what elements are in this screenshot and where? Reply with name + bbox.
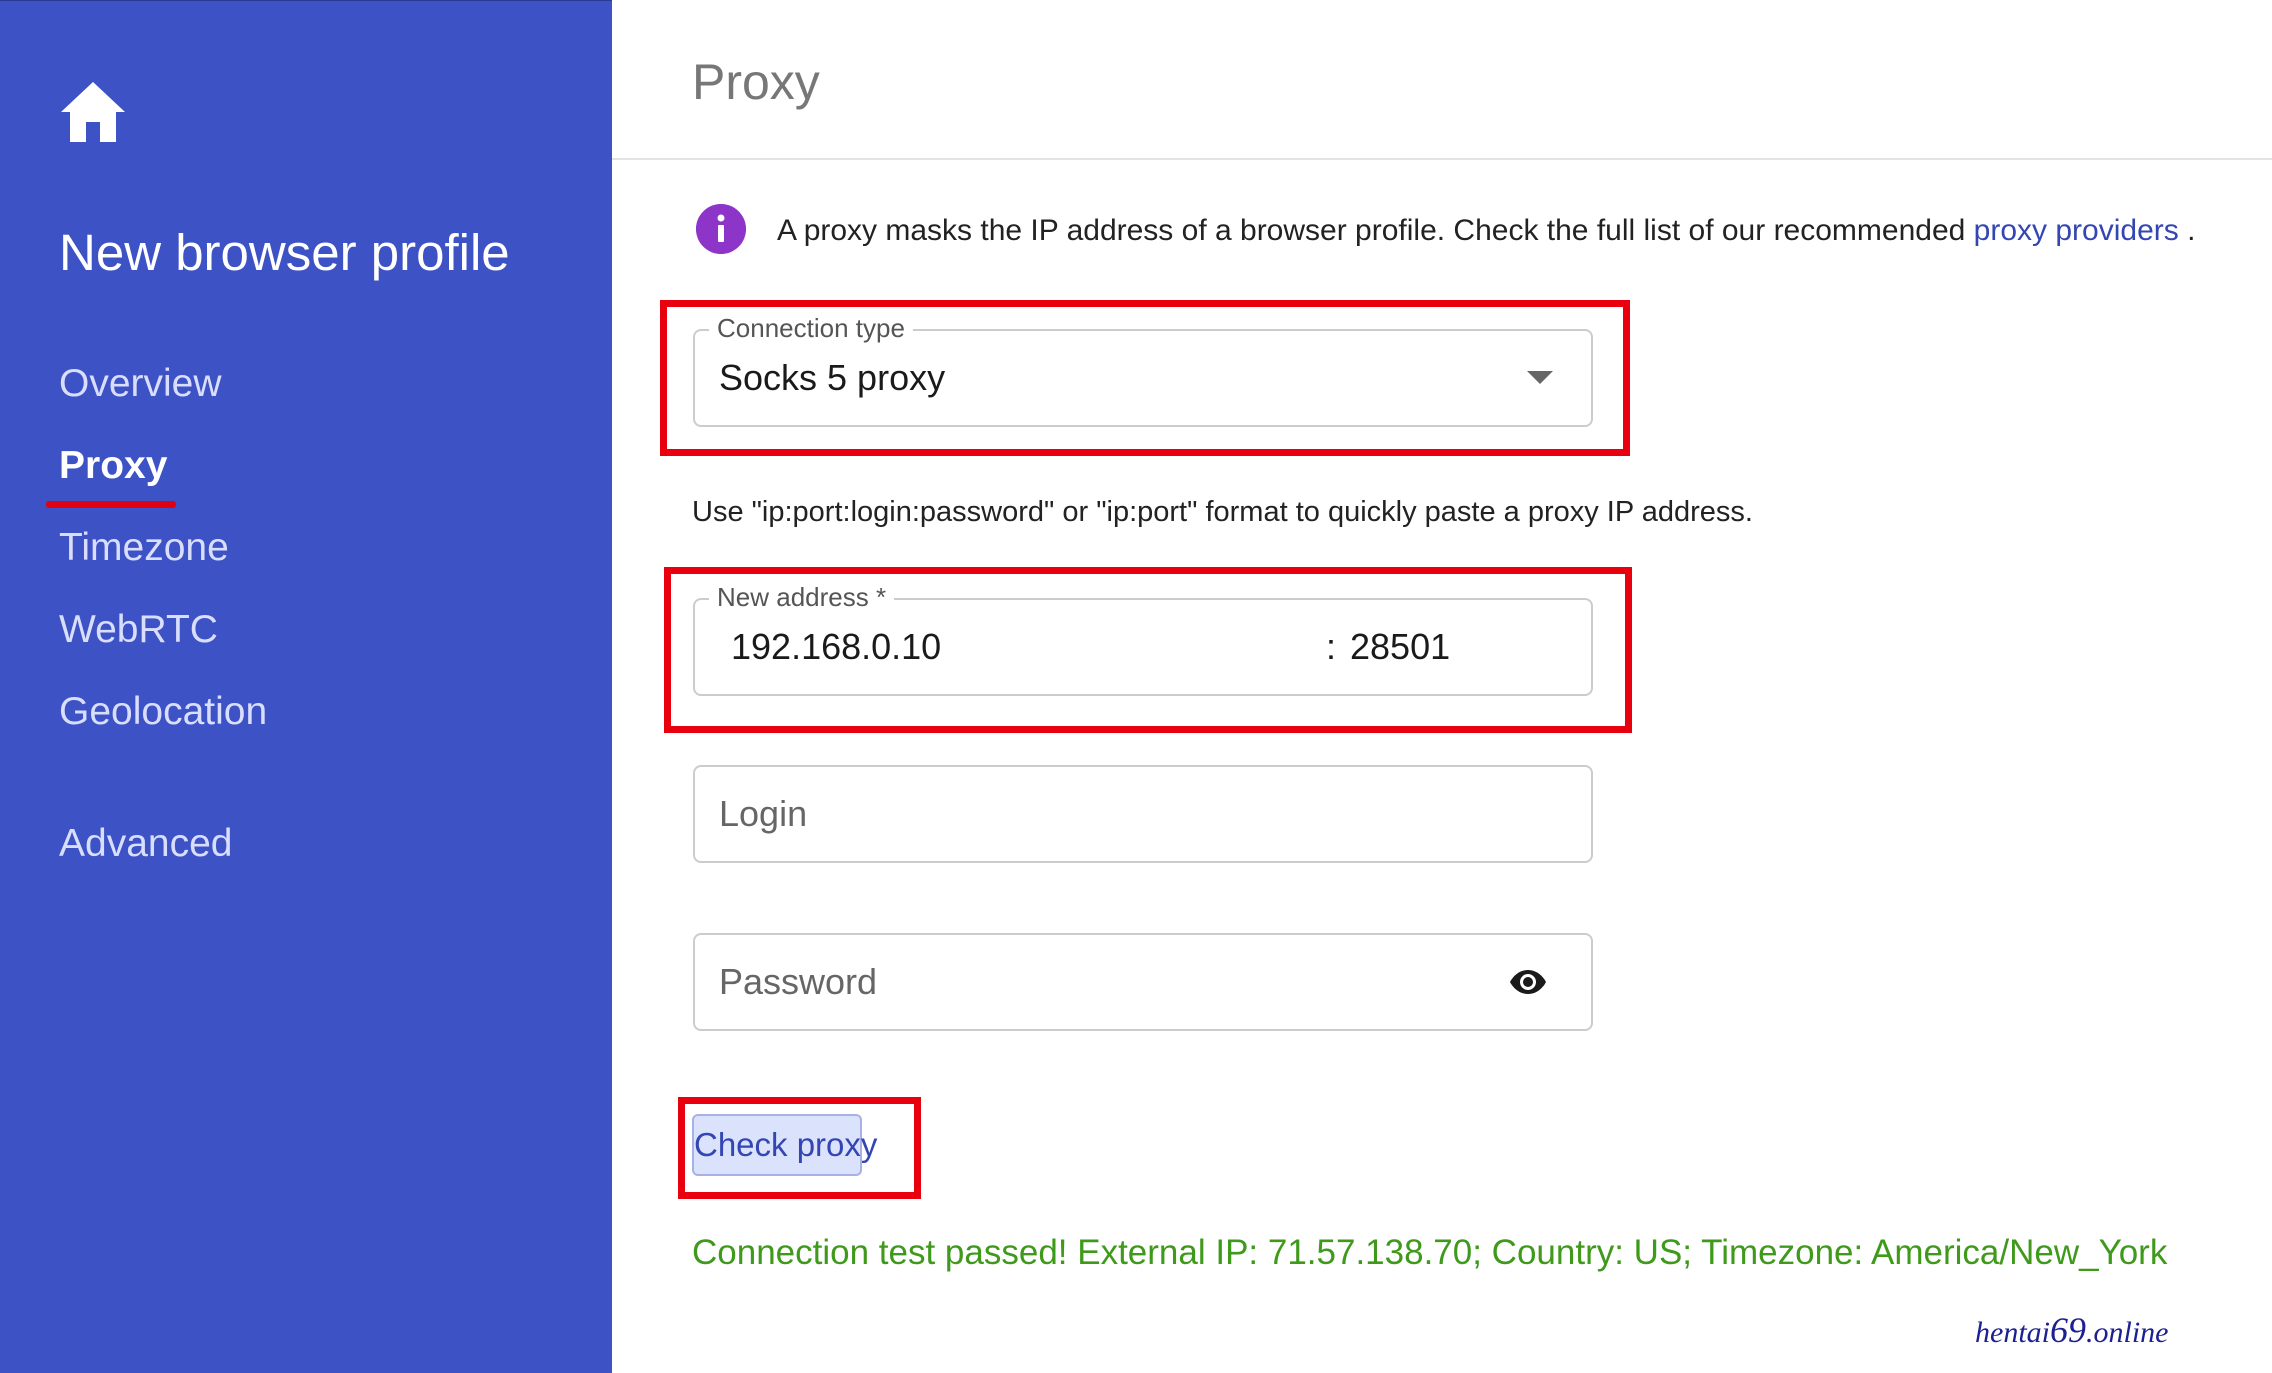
connection-result: Connection test passed! External IP: 71.… xyxy=(692,1233,2168,1272)
port-separator: : xyxy=(1326,626,1337,667)
info-text: A proxy masks the IP address of a browse… xyxy=(777,212,2195,250)
ip-input[interactable]: 192.168.0.10 xyxy=(731,625,941,669)
watermark-suffix: .online xyxy=(2086,1316,2169,1349)
sidebar-item-timezone[interactable]: Timezone xyxy=(59,524,229,572)
address-label: New address * xyxy=(709,581,895,613)
sidebar: New browser profile Overview Proxy Timez… xyxy=(0,0,612,1373)
connection-type-select[interactable]: Connection type Socks 5 proxy xyxy=(693,312,1593,427)
info-text-suffix: . xyxy=(2178,214,2196,247)
password-placeholder: Password xyxy=(719,961,878,1002)
watermark: hentai69.online xyxy=(1975,1310,2169,1353)
password-input[interactable]: Password xyxy=(693,933,1593,1031)
sidebar-item-geolocation[interactable]: Geolocation xyxy=(59,688,267,736)
eye-icon[interactable] xyxy=(1509,966,1547,998)
proxy-providers-link[interactable]: proxy providers xyxy=(1974,214,2179,247)
check-proxy-button[interactable]: Check proxy xyxy=(692,1114,877,1176)
paste-format-hint: Use "ip:port:login:password" or "ip:port… xyxy=(692,496,1753,528)
connection-type-label: Connection type xyxy=(709,312,913,344)
sidebar-item-overview[interactable]: Overview xyxy=(59,360,222,408)
port-input[interactable]: 28501 xyxy=(1350,625,1450,669)
connection-type-value: Socks 5 proxy xyxy=(719,357,946,398)
info-text-body: A proxy masks the IP address of a browse… xyxy=(777,214,1974,247)
info-icon xyxy=(696,204,746,254)
sidebar-item-proxy[interactable]: Proxy xyxy=(59,442,167,490)
sidebar-title: New browser profile xyxy=(59,224,510,281)
watermark-number: 69 xyxy=(2050,1310,2086,1350)
sidebar-item-advanced[interactable]: Advanced xyxy=(59,820,232,868)
home-icon[interactable] xyxy=(58,79,128,145)
login-input[interactable]: Login xyxy=(693,765,1593,863)
active-nav-underline xyxy=(46,501,176,508)
login-placeholder: Login xyxy=(719,793,808,834)
watermark-prefix: hentai xyxy=(1975,1316,2050,1349)
page-title: Proxy xyxy=(692,54,820,110)
header-divider xyxy=(612,158,2272,160)
sidebar-item-webrtc[interactable]: WebRTC xyxy=(59,606,218,654)
address-field: New address * 192.168.0.10 : 28501 xyxy=(693,581,1593,696)
chevron-down-icon[interactable] xyxy=(1527,371,1553,384)
main-panel: Proxy A proxy masks the IP address of a … xyxy=(612,0,2272,1373)
